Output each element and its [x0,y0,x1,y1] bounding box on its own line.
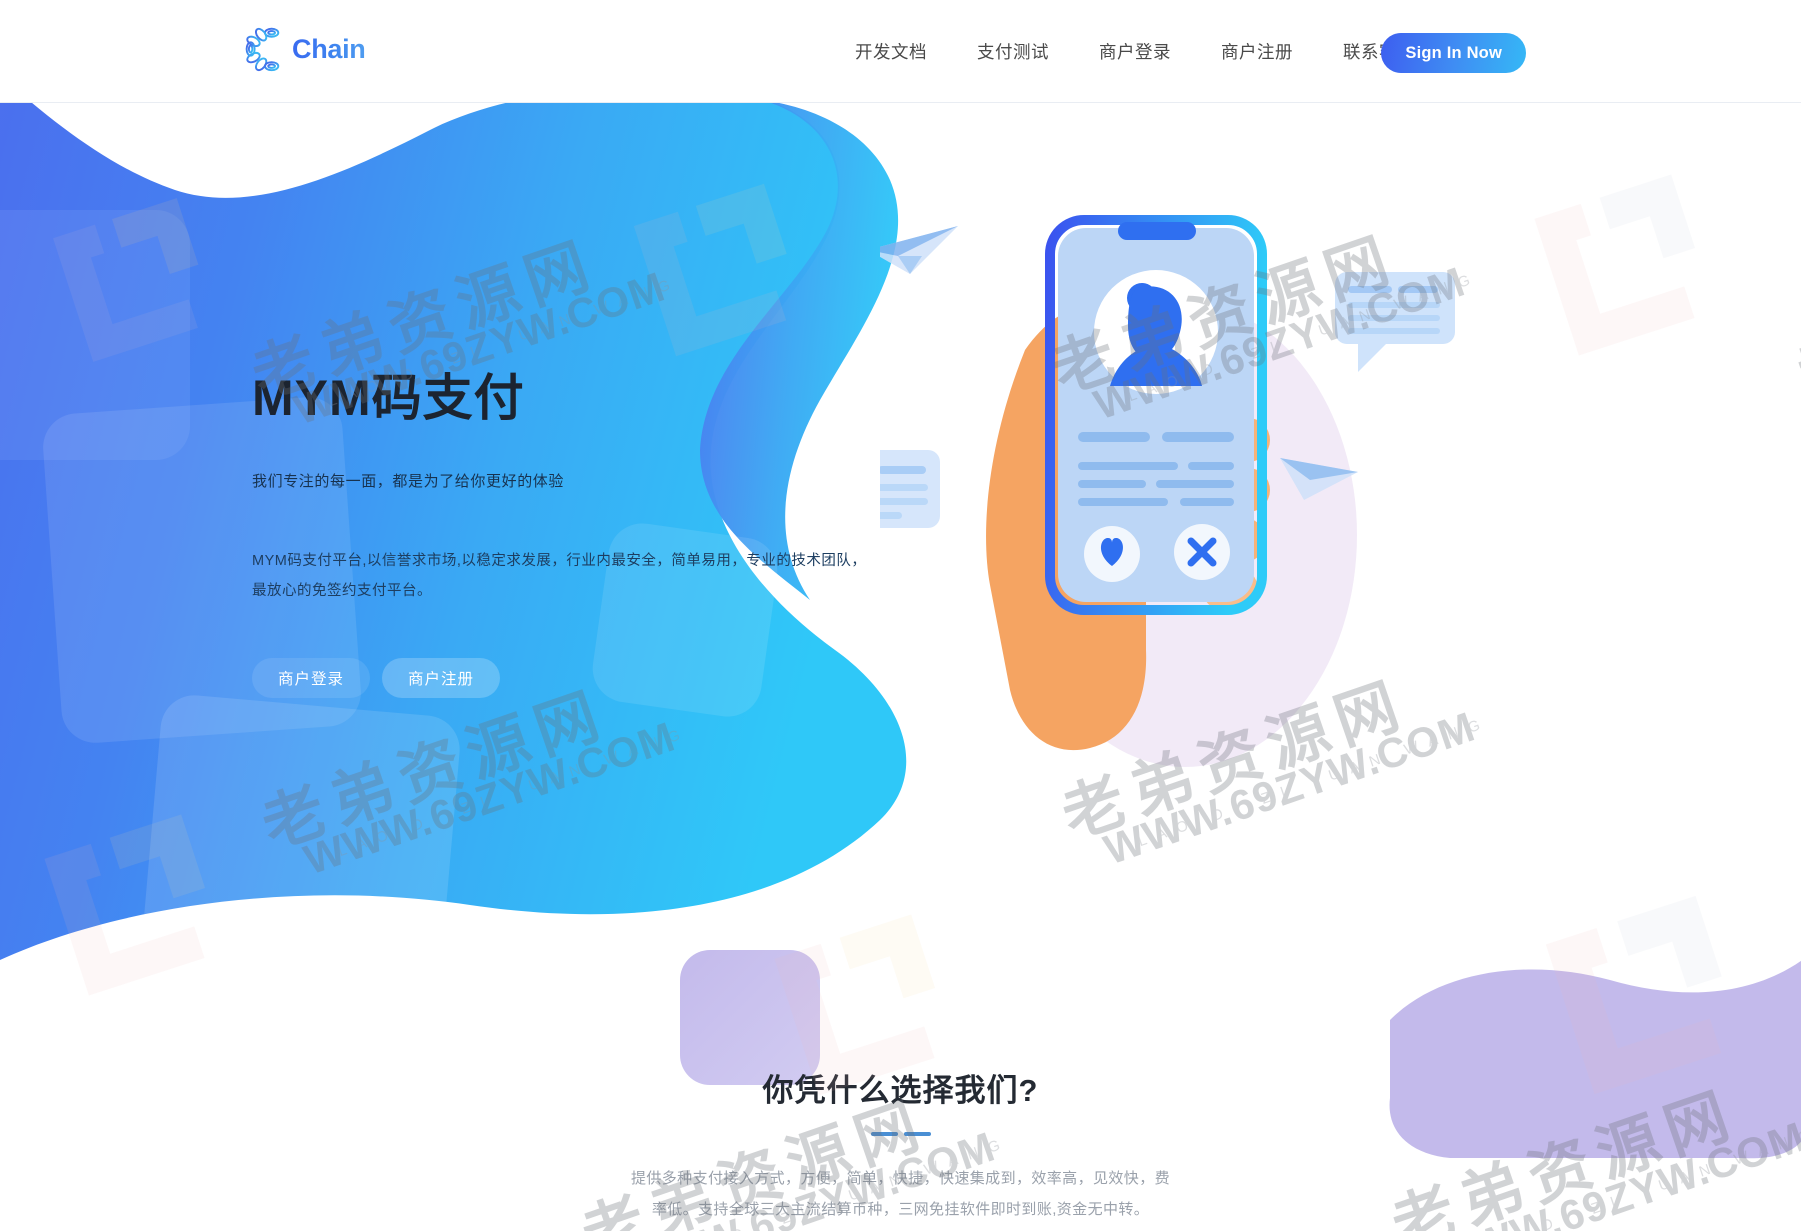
nav-item-merchant-login[interactable]: 商户登录 [1099,39,1171,64]
hero-merchant-login-button[interactable]: 商户登录 [252,658,371,699]
hero-illustration [810,180,1500,800]
nav-item-dev-docs[interactable]: 开发文档 [855,39,927,64]
hero-title: MYM码支付 [252,370,525,426]
hero-actions: 商户登录 商户注册 [252,658,892,699]
main-nav: 开发文档 支付测试 商户登录 商户注册 联系客服 [855,0,1415,103]
nav-item-merchant-register[interactable]: 商户注册 [1221,39,1293,64]
phone-mockup [1045,215,1267,615]
page-root: Chain 开发文档 支付测试 商户登录 商户注册 联系客服 Sign In N… [0,0,1801,1231]
chain-c-icon [245,27,280,72]
hero-subtitle: 我们专注的每一面，都是为了给你更好的体验 [252,472,565,490]
paper-plane-icon [1280,458,1358,500]
logo-text: Chain [292,33,366,64]
paper-plane-icon [868,226,958,274]
brand-logo[interactable]: Chain [243,26,366,72]
section-divider [870,1132,931,1136]
site-header: Chain 开发文档 支付测试 商户登录 商户注册 联系客服 Sign In N… [0,0,1801,103]
sign-in-now-button[interactable]: Sign In Now [1381,33,1526,73]
deco-square [137,692,463,1000]
section-description: 提供多种支付接入方式，方便，简单，快捷，快速集成到，效率高，见效快，费率低。支持… [630,1170,1170,1218]
nav-item-payment-test[interactable]: 支付测试 [977,39,1049,64]
hero-merchant-register-button[interactable]: 商户注册 [382,658,501,699]
section-title: 你凭什么选择我们? [762,1073,1039,1108]
why-choose-us-section: 你凭什么选择我们? 提供多种支付接入方式，方便，简单，快捷，快速集成到，效率高，… [0,1065,1801,1226]
chat-bubble-right [1335,272,1455,372]
hero-copy: MYM码支付 我们专注的每一面，都是为了给你更好的体验 MYM码支付平台,以信誉… [252,370,892,699]
hero-description: MYM码支付平台,以信誉求市场,以稳定求发展，行业内最安全，简单易用，专业的技术… [252,552,867,599]
